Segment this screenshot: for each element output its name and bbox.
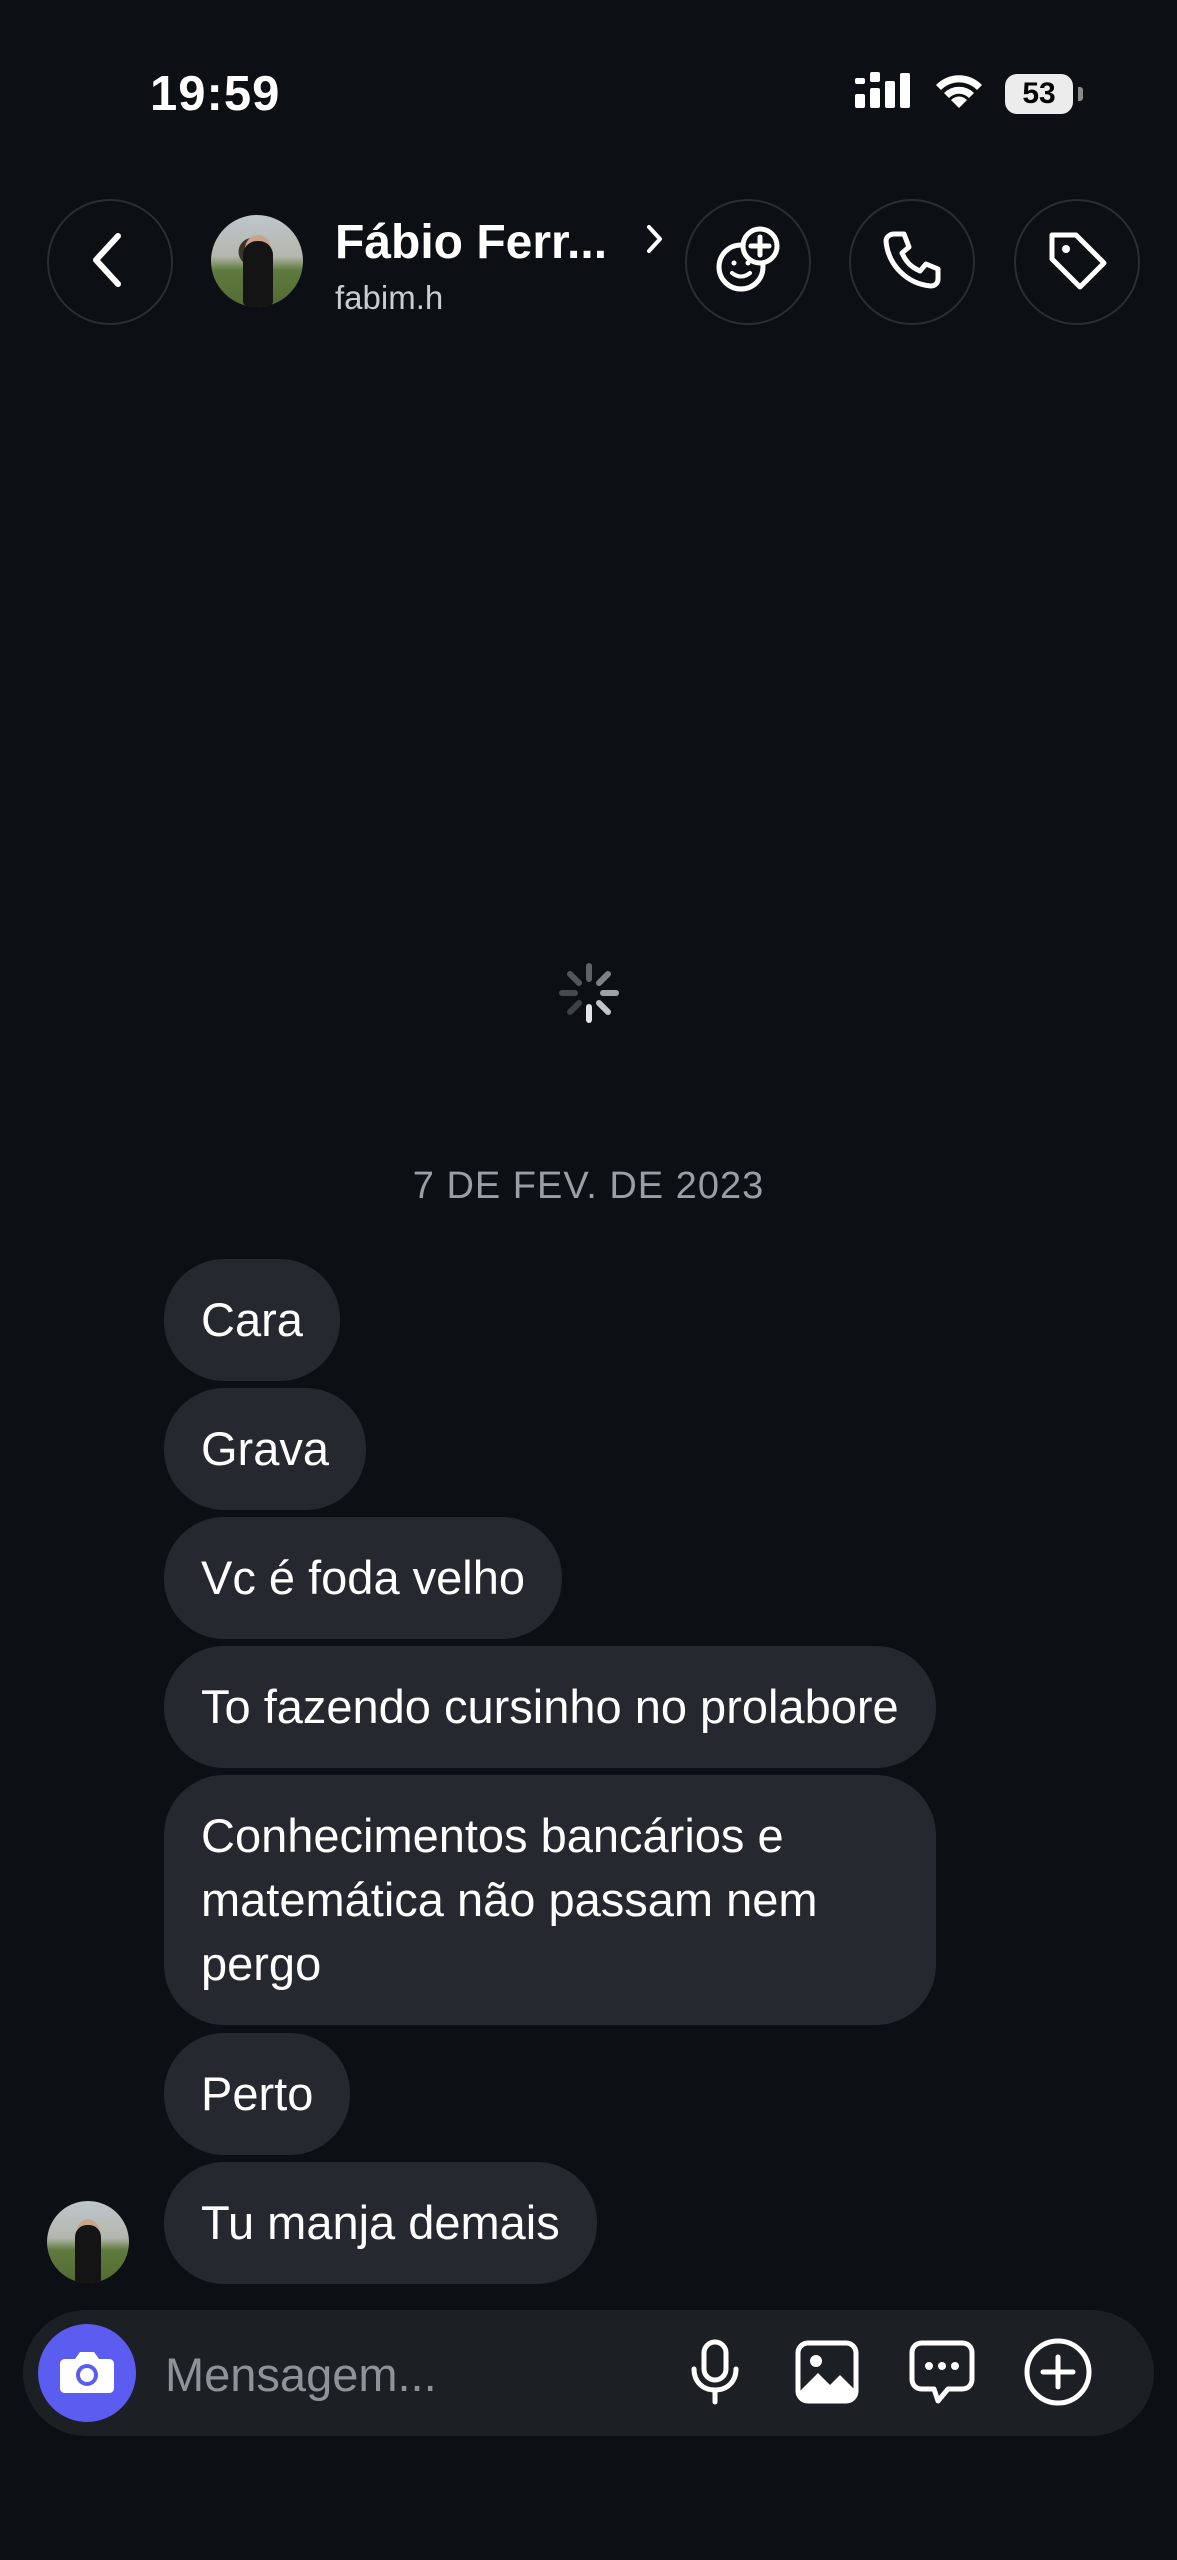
status-bar: 19:59 53 bbox=[0, 0, 1177, 190]
battery-icon: 53 bbox=[1005, 73, 1083, 114]
plus-icon bbox=[1023, 2337, 1093, 2412]
add-friend-button[interactable] bbox=[685, 199, 811, 325]
contact-name[interactable]: Fábio Ferr... bbox=[335, 215, 607, 270]
voice-message-button[interactable] bbox=[679, 2338, 751, 2410]
microphone-icon bbox=[687, 2339, 743, 2410]
contact-handle[interactable]: fabim.h bbox=[335, 279, 443, 317]
message-bubble[interactable]: Grava bbox=[164, 1388, 366, 1510]
message-bubble[interactable]: To fazendo cursinho no prolabore bbox=[164, 1646, 936, 1768]
more-options-button[interactable] bbox=[1022, 2338, 1094, 2410]
gallery-button[interactable] bbox=[791, 2338, 863, 2410]
back-button[interactable] bbox=[47, 199, 173, 325]
message-bubble[interactable]: Cara bbox=[164, 1259, 340, 1381]
sticker-button[interactable] bbox=[906, 2338, 978, 2410]
contact-avatar[interactable] bbox=[211, 215, 303, 307]
tag-button[interactable] bbox=[1014, 199, 1140, 325]
tag-icon bbox=[1044, 227, 1110, 298]
gallery-icon bbox=[794, 2339, 860, 2410]
camera-icon bbox=[59, 2347, 115, 2400]
message-input[interactable] bbox=[163, 2338, 667, 2410]
message-bubble[interactable]: Perto bbox=[164, 2033, 351, 2155]
message-bubble[interactable]: Conhecimentos bancários e matemática não… bbox=[164, 1775, 936, 2025]
signal-icon bbox=[855, 72, 913, 115]
status-time: 19:59 bbox=[150, 67, 281, 121]
date-divider: 7 DE FEV. DE 2023 bbox=[412, 1165, 765, 1207]
message-composer bbox=[23, 2310, 1154, 2436]
message-bubble[interactable]: Tu manja demais bbox=[164, 2162, 597, 2284]
sticker-icon bbox=[908, 2339, 976, 2410]
status-icons: 53 bbox=[855, 72, 1083, 115]
back-arrow-icon bbox=[88, 230, 132, 295]
chat-header: Fábio Ferr... fabim.h bbox=[0, 195, 1177, 335]
phone-icon bbox=[880, 228, 944, 297]
camera-button[interactable] bbox=[38, 2324, 136, 2422]
message-bubble[interactable]: Vc é foda velho bbox=[164, 1517, 562, 1639]
add-friend-icon bbox=[710, 222, 786, 303]
loading-spinner-icon bbox=[558, 962, 620, 1024]
chevron-right-icon bbox=[645, 223, 665, 260]
wifi-icon bbox=[933, 72, 985, 115]
sender-avatar[interactable] bbox=[47, 2201, 129, 2283]
call-button[interactable] bbox=[849, 199, 975, 325]
